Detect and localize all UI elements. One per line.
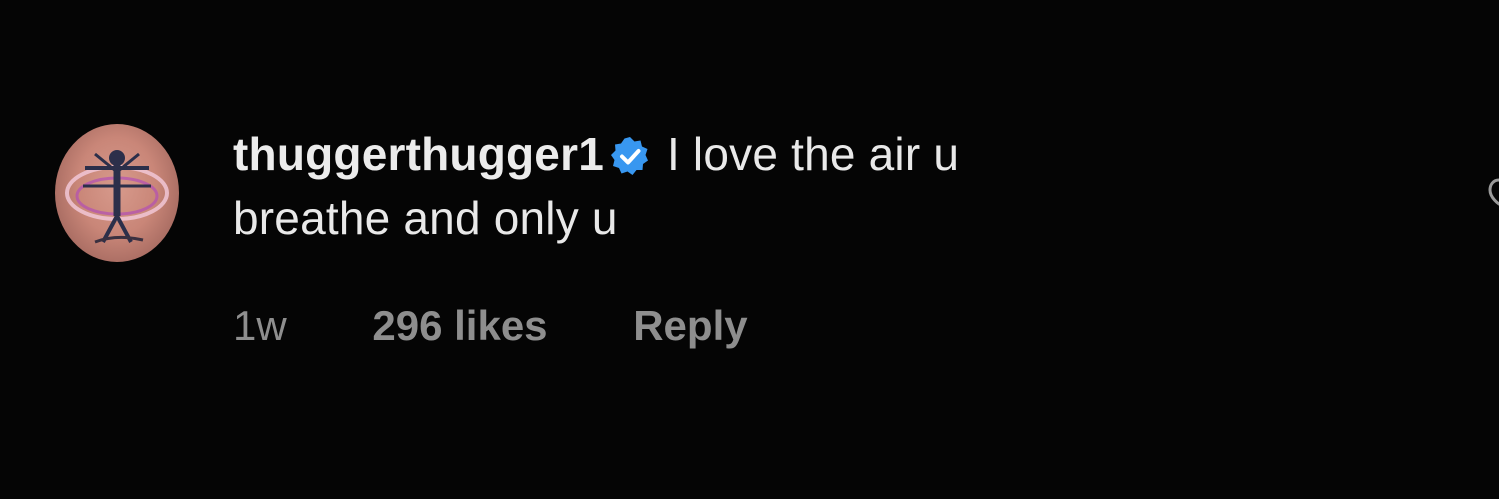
comment: thuggerthugger1 I love the air u breathe … bbox=[55, 122, 1435, 362]
verified-badge-icon bbox=[610, 137, 648, 175]
comment-username[interactable]: thuggerthugger1 bbox=[233, 128, 604, 180]
reply-button[interactable]: Reply bbox=[633, 302, 747, 350]
heart-outline-icon[interactable] bbox=[1486, 176, 1499, 212]
avatar-image bbox=[65, 150, 169, 244]
comment-time: 1w bbox=[233, 302, 287, 349]
comment-text-line1: I love the air u bbox=[653, 128, 960, 180]
comment-body: thuggerthugger1 I love the air u breathe … bbox=[233, 122, 1333, 349]
comment-likes[interactable]: 296 likes bbox=[372, 302, 547, 350]
user-avatar[interactable] bbox=[55, 124, 179, 262]
comment-text: thuggerthugger1 I love the air u breathe … bbox=[233, 122, 1333, 250]
comment-text-line2: breathe and only u bbox=[233, 192, 618, 244]
screen: thuggerthugger1 I love the air u breathe … bbox=[0, 0, 1499, 499]
comment-meta: 1w 296 likes Reply bbox=[233, 302, 748, 350]
